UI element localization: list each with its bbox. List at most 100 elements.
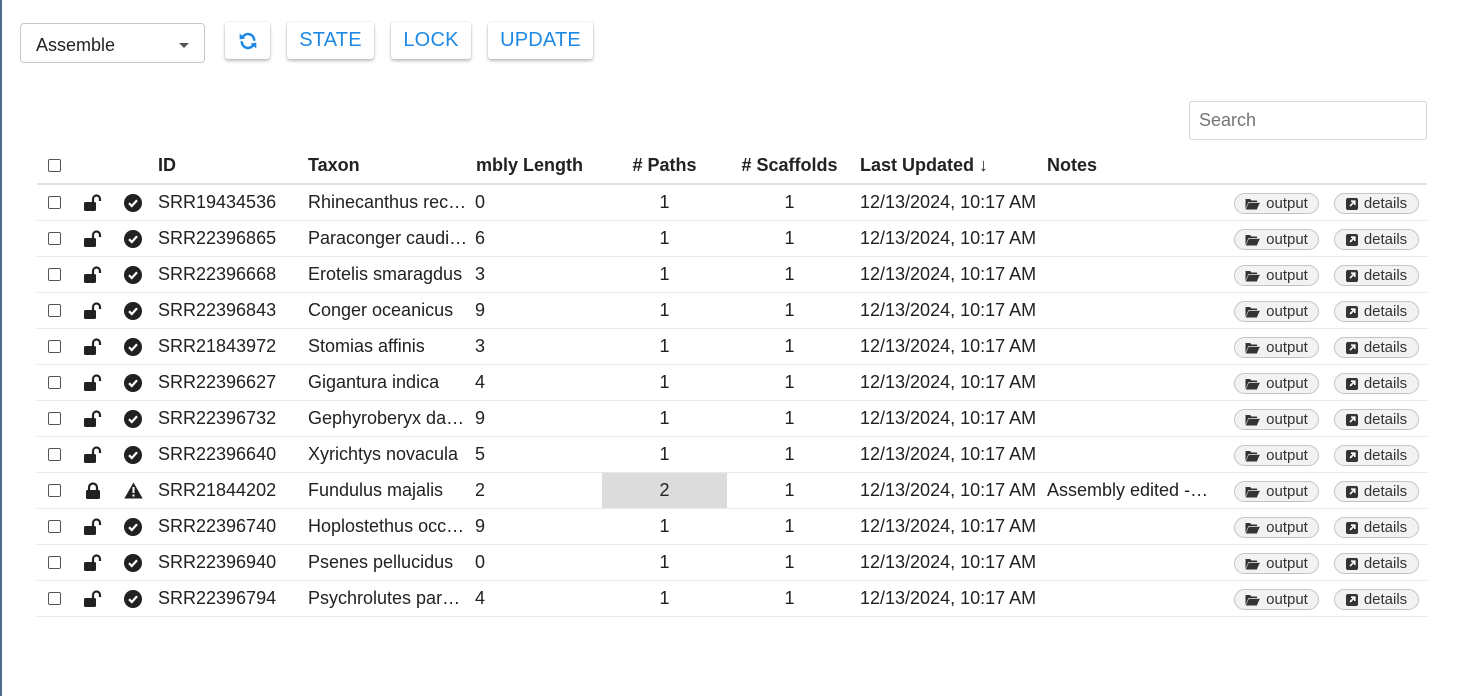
update-button[interactable]: UPDATE [488, 22, 593, 59]
unlock-icon[interactable] [81, 401, 105, 436]
unlock-icon[interactable] [81, 329, 105, 364]
row-id: SRR22396640 [158, 444, 277, 464]
unlock-icon[interactable] [81, 437, 105, 472]
column-header-taxon[interactable]: Taxon [308, 148, 468, 183]
details-button[interactable]: details [1334, 229, 1419, 250]
external-link-icon [1345, 269, 1358, 282]
output-button[interactable]: output [1234, 193, 1319, 214]
column-header-paths[interactable]: # Paths [602, 148, 727, 183]
row-checkbox[interactable] [48, 556, 61, 569]
row-checkbox[interactable] [48, 376, 61, 389]
warning-icon [121, 473, 145, 508]
output-button-label: output [1266, 267, 1308, 284]
row-checkbox[interactable] [48, 412, 61, 425]
column-header-scaffolds[interactable]: # Scaffolds [727, 148, 852, 183]
details-button[interactable]: details [1334, 517, 1419, 538]
row-checkbox[interactable] [48, 232, 61, 245]
check-circle-icon [121, 437, 145, 472]
row-notes [1047, 221, 1209, 256]
details-button[interactable]: details [1334, 373, 1419, 394]
unlock-icon[interactable] [81, 221, 105, 256]
state-button[interactable]: STATE [287, 22, 374, 59]
row-scaffolds: 1 [784, 516, 795, 536]
details-button[interactable]: details [1334, 589, 1419, 610]
details-button-label: details [1363, 195, 1408, 212]
unlock-icon[interactable] [81, 365, 105, 400]
row-id: SRR22396668 [158, 264, 277, 284]
refresh-button[interactable] [225, 22, 270, 59]
output-button[interactable]: output [1234, 265, 1319, 286]
details-button[interactable]: details [1334, 553, 1419, 574]
output-button[interactable]: output [1234, 229, 1319, 250]
output-button[interactable]: output [1234, 553, 1319, 574]
output-button[interactable]: output [1234, 589, 1319, 610]
row-last-updated: 12/13/2024, 10:17 AM [860, 228, 1037, 248]
table-header: ID Taxon mbly Length # Paths # Scaffolds… [37, 148, 1427, 185]
output-button[interactable]: output [1234, 337, 1319, 358]
details-button[interactable]: details [1334, 193, 1419, 214]
output-button-label: output [1266, 303, 1308, 320]
folder-open-icon [1245, 594, 1260, 606]
row-taxon: Gigantura indica [308, 372, 440, 392]
external-link-icon [1345, 377, 1358, 390]
unlock-icon[interactable] [81, 257, 105, 292]
row-checkbox[interactable] [48, 268, 61, 281]
details-button[interactable]: details [1334, 301, 1419, 322]
details-button-label: details [1363, 231, 1408, 248]
row-checkbox[interactable] [48, 520, 61, 533]
external-link-icon [1345, 341, 1358, 354]
workflow-select[interactable]: Assemble [20, 23, 205, 63]
table-row: SRR19434536 Rhinecanthus rectangulus 0 1… [37, 185, 1427, 221]
row-checkbox[interactable] [48, 196, 61, 209]
row-notes [1047, 257, 1209, 292]
details-button[interactable]: details [1334, 481, 1419, 502]
details-button[interactable]: details [1334, 265, 1419, 286]
row-checkbox[interactable] [48, 484, 61, 497]
row-checkbox[interactable] [48, 340, 61, 353]
lock-icon[interactable] [81, 473, 105, 508]
row-notes [1047, 401, 1209, 436]
column-header-last-updated[interactable]: Last Updated ↓ [860, 148, 1040, 183]
external-link-icon [1345, 413, 1358, 426]
details-button[interactable]: details [1334, 337, 1419, 358]
row-taxon: Xyrichtys novacula [308, 444, 459, 464]
column-header-notes[interactable]: Notes [1047, 148, 1227, 183]
output-button[interactable]: output [1234, 445, 1319, 466]
unlock-icon[interactable] [81, 581, 105, 616]
row-notes [1047, 329, 1209, 364]
unlock-icon[interactable] [81, 185, 105, 220]
details-button[interactable]: details [1334, 445, 1419, 466]
details-button[interactable]: details [1334, 409, 1419, 430]
output-button[interactable]: output [1234, 373, 1319, 394]
table-row: SRR22396865 Paraconger caudilimbatus 6 1… [37, 221, 1427, 257]
unlock-icon[interactable] [81, 293, 105, 328]
unlock-icon[interactable] [81, 545, 105, 580]
workflow-select-value: Assemble [36, 35, 116, 55]
row-checkbox[interactable] [48, 304, 61, 317]
details-button-label: details [1363, 411, 1408, 428]
row-paths: 1 [659, 372, 670, 392]
row-notes [1047, 437, 1209, 472]
row-checkbox[interactable] [48, 592, 61, 605]
lock-button[interactable]: LOCK [391, 22, 471, 59]
table-row: SRR22396640 Xyrichtys novacula 5 1 1 12/… [37, 437, 1427, 473]
details-button-label: details [1363, 483, 1408, 500]
column-header-assembly-length[interactable]: mbly Length [476, 148, 601, 183]
column-header-id[interactable]: ID [158, 148, 288, 183]
table-row: SRR22396627 Gigantura indica 4 1 1 12/13… [37, 365, 1427, 401]
folder-open-icon [1245, 198, 1260, 210]
check-circle-icon [121, 329, 145, 364]
output-button[interactable]: output [1234, 301, 1319, 322]
row-checkbox[interactable] [48, 448, 61, 461]
folder-open-icon [1245, 450, 1260, 462]
output-button[interactable]: output [1234, 517, 1319, 538]
check-circle-icon [121, 221, 145, 256]
output-button[interactable]: output [1234, 481, 1319, 502]
check-circle-icon [121, 293, 145, 328]
search-input[interactable] [1189, 101, 1427, 140]
select-all-checkbox[interactable] [48, 159, 61, 172]
unlock-icon[interactable] [81, 509, 105, 544]
output-button[interactable]: output [1234, 409, 1319, 430]
row-id: SRR22396627 [158, 372, 277, 392]
details-button-label: details [1363, 519, 1408, 536]
